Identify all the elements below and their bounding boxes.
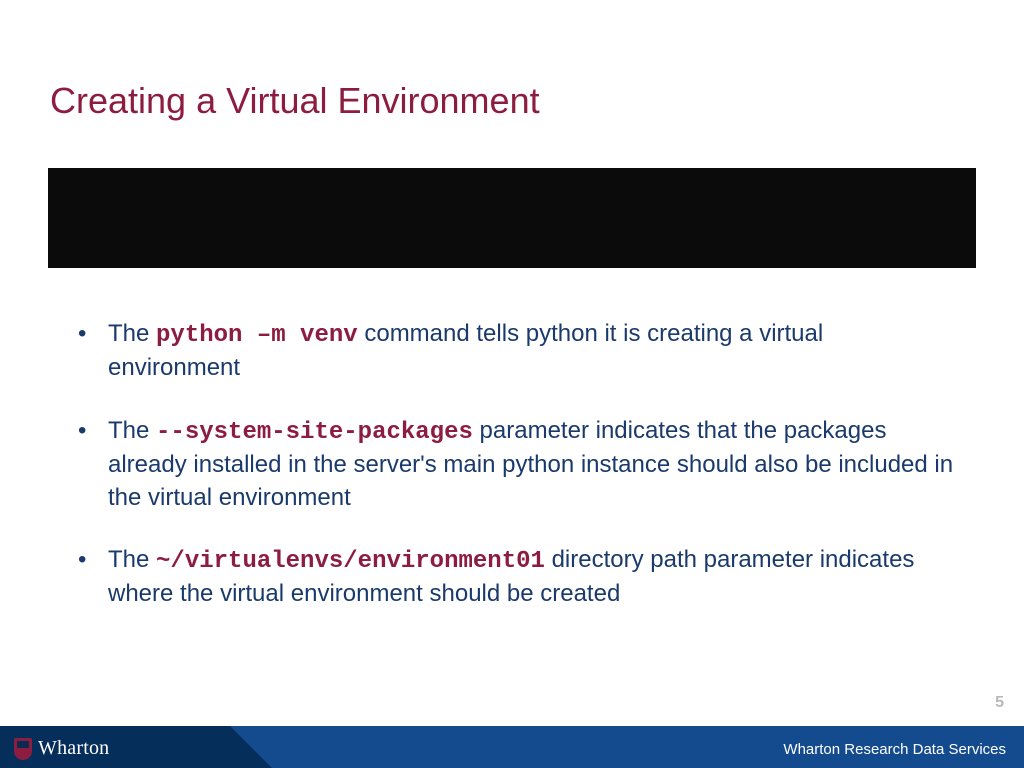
- wharton-logo: Wharton: [14, 737, 109, 760]
- list-item: The python –m venv command tells python …: [78, 318, 958, 385]
- list-item: The --system-site-packages parameter ind…: [78, 415, 958, 514]
- bullet-list: The python –m venv command tells python …: [78, 318, 958, 641]
- slide: Creating a Virtual Environment [wrds-clo…: [0, 0, 1024, 768]
- bullet-text-pre: The: [108, 546, 156, 573]
- page-number: 5: [995, 694, 1004, 712]
- inline-code: ~/virtualenvs/environment01: [156, 548, 545, 575]
- footer-bar: Wharton Wharton Research Data Services: [0, 726, 1024, 768]
- list-item: The ~/virtualenvs/environment01 director…: [78, 544, 958, 611]
- footer-right-text: Wharton Research Data Services: [783, 741, 1006, 758]
- bullet-text-pre: The: [108, 320, 156, 347]
- inline-code: python –m venv: [156, 322, 358, 349]
- logo-text: Wharton: [38, 737, 109, 760]
- shield-icon: [14, 738, 32, 760]
- inline-code: --system-site-packages: [156, 419, 473, 446]
- terminal-screenshot: [wrds-cloud] $ [wrds-cloud] $ python -m …: [48, 168, 976, 268]
- bullet-text-pre: The: [108, 417, 156, 444]
- slide-title: Creating a Virtual Environment: [50, 80, 540, 122]
